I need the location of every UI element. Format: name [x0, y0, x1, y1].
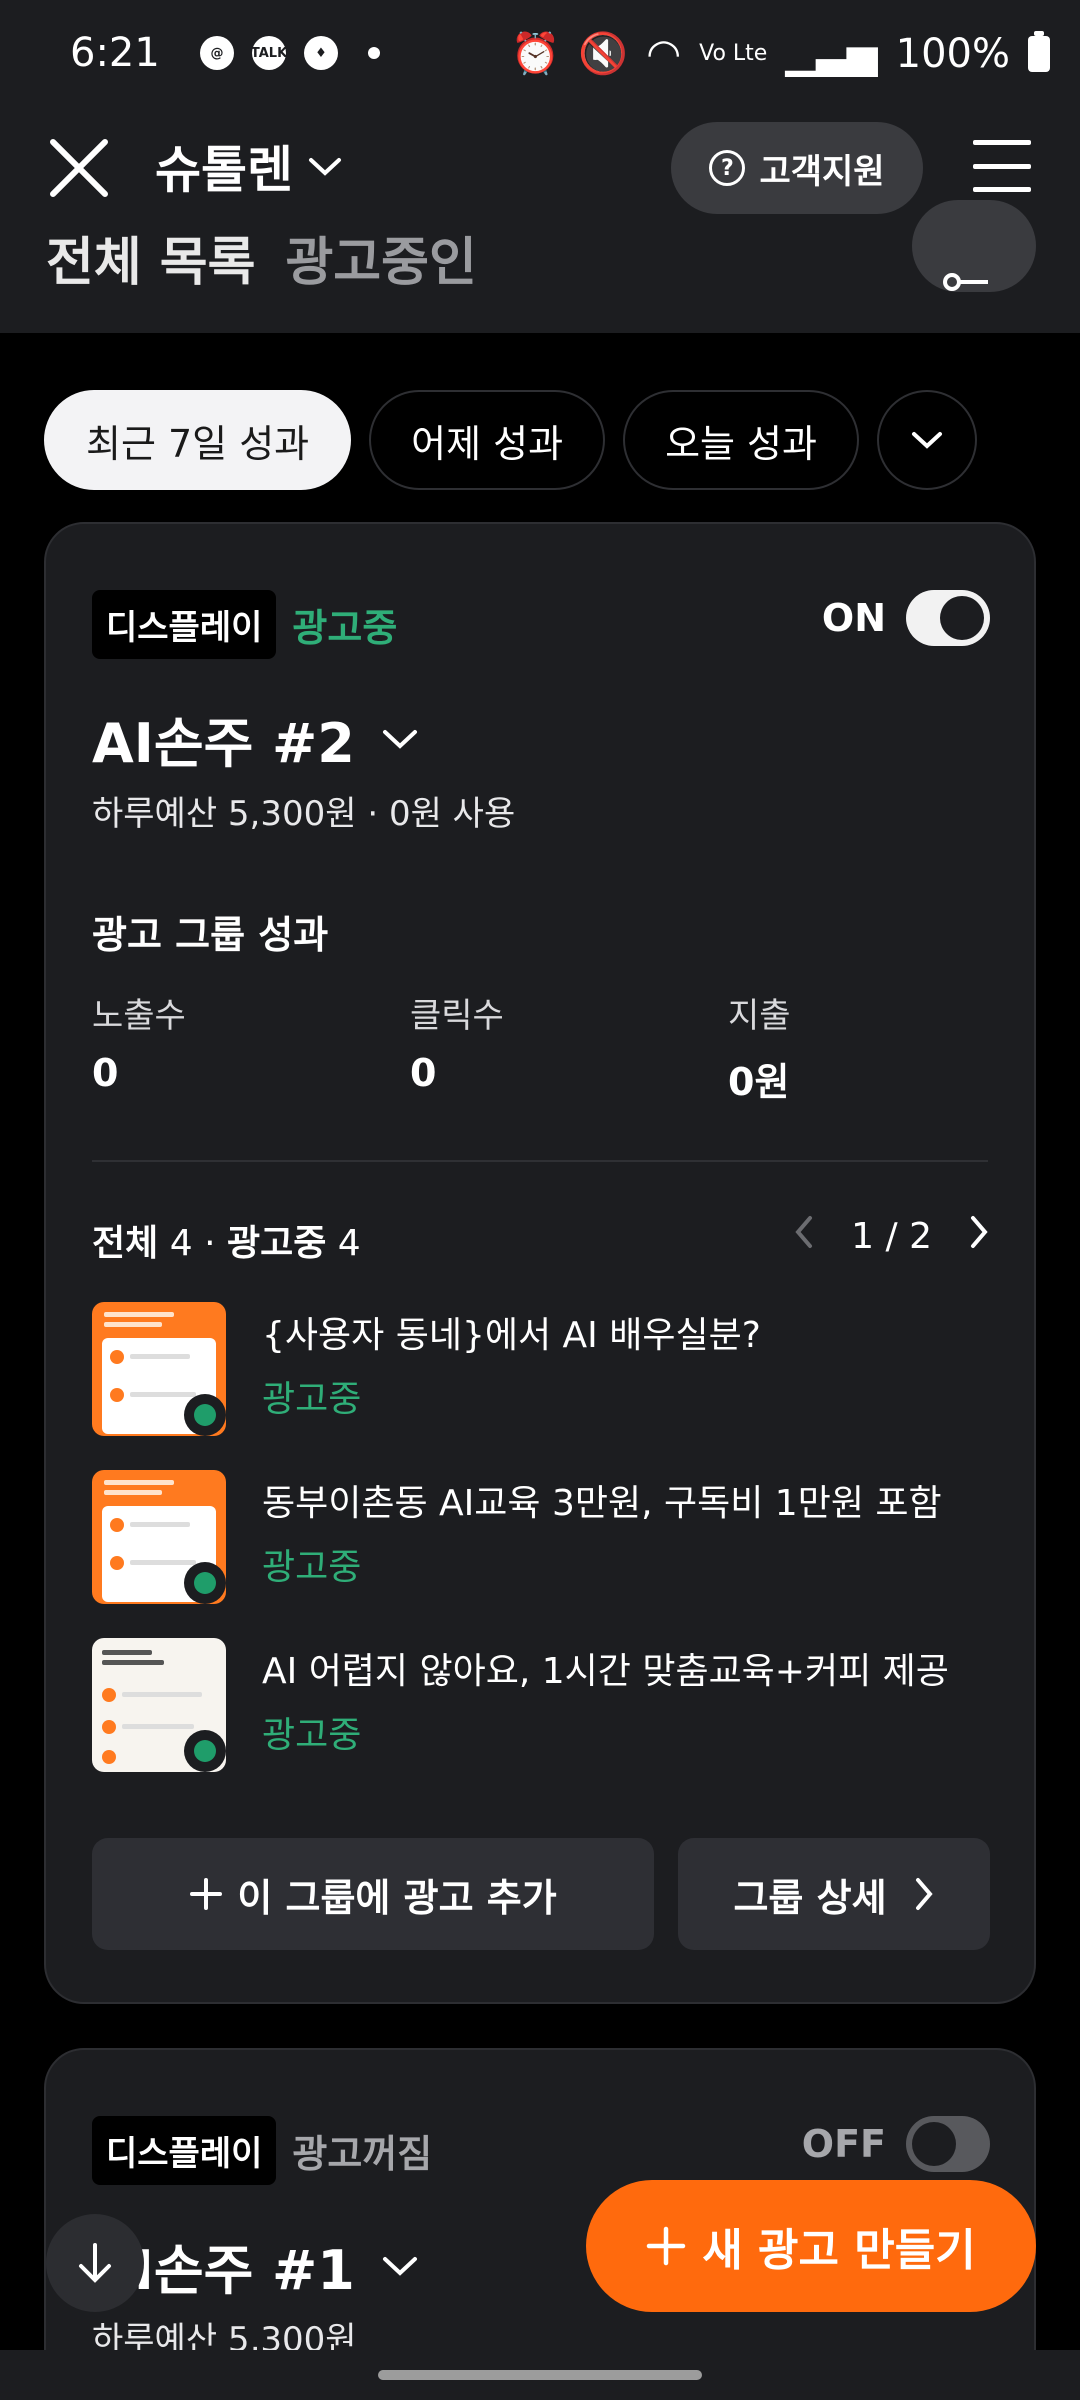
status-label: 광고꺼짐: [292, 2132, 433, 2176]
ad-title: {사용자 동네}에서 AI 배우실분?: [262, 1315, 761, 1356]
ads-count: 전체 4 · 광고중 4: [92, 1223, 361, 1264]
filter-button[interactable]: [912, 200, 1036, 292]
ad-group-toggle[interactable]: OFF: [802, 2116, 990, 2172]
ad-group-toggle[interactable]: ON: [822, 590, 990, 646]
arrow-down-icon: [79, 2243, 111, 2283]
chevron-down-icon: [309, 158, 341, 176]
type-badge: 디스플레이: [92, 590, 277, 659]
chevron-down-icon: [382, 729, 417, 749]
close-icon: [50, 139, 108, 197]
help-icon: ?: [709, 150, 746, 186]
ad-status: 광고중: [262, 1547, 362, 1588]
chip-today[interactable]: 오늘 성과: [623, 390, 859, 490]
prev-page-button[interactable]: [793, 1214, 815, 1259]
ad-item[interactable]: 동부이촌동 AI교육 3만원, 구독비 1만원 포함 광고중: [92, 1470, 992, 1604]
ad-group-card: 디스플레이 광고중 ON AI손주 #2 하루예산 5,300원 · 0원 사용…: [44, 522, 1036, 2004]
battery-percent: 100%: [895, 30, 1010, 77]
chip-more[interactable]: [876, 390, 977, 490]
type-badge: 디스플레이: [92, 2116, 277, 2185]
plus-icon: [190, 1878, 223, 1910]
ad-group-name[interactable]: AI손주 #2: [92, 699, 419, 778]
scroll-down-button[interactable]: [46, 2214, 144, 2312]
menu-button[interactable]: [973, 140, 1031, 192]
chevron-right-icon: [971, 1216, 988, 1248]
metric-spend: 지출 0원: [728, 996, 791, 1104]
list-title: 전체 목록 광고중인: [46, 233, 477, 293]
ads-pager: 1 / 2: [793, 1214, 990, 1259]
next-page-button[interactable]: [968, 1214, 990, 1259]
close-button[interactable]: [45, 134, 113, 202]
chevron-right-icon: [915, 1878, 933, 1910]
metric-impressions: 노출수 0: [92, 996, 186, 1095]
plus-icon: [646, 2226, 686, 2266]
toggle-switch[interactable]: [906, 2116, 990, 2172]
ad-status: 광고중: [262, 1379, 362, 1420]
battery-icon: [1028, 30, 1050, 72]
live-indicator: [184, 1562, 226, 1604]
volte-label: Vo Lte: [699, 41, 768, 66]
chevron-down-icon: [911, 432, 942, 449]
notification-icons: @ TALK ♦: [200, 36, 380, 70]
daily-budget: 하루예산 5,300원 · 0원 사용: [92, 794, 516, 834]
app-header: 슈톨렌 ? 고객지원 전체 목록 광고중인: [0, 118, 1080, 333]
period-filter: 최근 7일 성과 어제 성과 오늘 성과: [44, 390, 977, 490]
add-ad-button[interactable]: 이 그룹에 광고 추가: [92, 1838, 654, 1950]
live-indicator: [184, 1394, 226, 1436]
kakaotalk-icon: TALK: [251, 36, 287, 70]
ad-title: AI 어렵지 않아요, 1시간 맞춤교육+커피 제공: [262, 1651, 949, 1692]
system-icons: ⏰ 🔇 ◠ Vo Lte ▁▃▅ 100%: [511, 30, 1050, 77]
home-indicator[interactable]: [378, 2370, 702, 2380]
threads-icon: @: [200, 36, 234, 70]
account-name: 슈톨렌: [155, 141, 293, 199]
metric-clicks: 클릭수 0: [410, 996, 504, 1095]
support-button[interactable]: ? 고객지원: [671, 122, 923, 214]
toggle-switch[interactable]: [906, 590, 990, 646]
ad-item[interactable]: AI 어렵지 않아요, 1시간 맞춤교육+커피 제공 광고중: [92, 1638, 992, 1772]
live-indicator: [184, 1730, 226, 1772]
status-time: 6:21: [70, 30, 160, 76]
create-ad-button[interactable]: 새 광고 만들기: [586, 2180, 1036, 2312]
status-bar: 6:21 @ TALK ♦ ⏰ 🔇 ◠ Vo Lte ▁▃▅ 100%: [0, 0, 1080, 118]
toggle-label: ON: [821, 596, 886, 640]
menu-icon: [973, 140, 1031, 145]
chip-yesterday[interactable]: 어제 성과: [369, 390, 606, 490]
toggle-label: OFF: [801, 2122, 886, 2166]
divider: [92, 1160, 988, 1162]
more-notifications-icon: [368, 47, 380, 59]
ad-title: 동부이촌동 AI교육 3만원, 구독비 1만원 포함: [262, 1483, 942, 1524]
ad-item[interactable]: {사용자 동네}에서 AI 배우실분? 광고중: [92, 1302, 992, 1436]
app-notification-icon: ♦: [304, 36, 338, 70]
status-label: 광고중: [292, 606, 398, 650]
group-detail-button[interactable]: 그룹 상세: [678, 1838, 990, 1950]
ad-status: 광고중: [262, 1715, 362, 1756]
wifi-icon: ◠: [646, 30, 682, 77]
page-indicator: 1 / 2: [851, 1216, 932, 1257]
key-icon: [943, 273, 988, 291]
performance-title: 광고 그룹 성과: [92, 913, 329, 957]
support-label: 고객지원: [759, 151, 885, 192]
chevron-left-icon: [795, 1216, 813, 1248]
account-selector[interactable]: 슈톨렌: [155, 130, 343, 202]
chip-last-7-days[interactable]: 최근 7일 성과: [44, 390, 352, 490]
alarm-icon: ⏰: [510, 31, 561, 77]
mute-icon: 🔇: [578, 31, 629, 77]
chevron-down-icon: [382, 2256, 417, 2276]
signal-icon: ▁▃▅: [785, 30, 878, 77]
